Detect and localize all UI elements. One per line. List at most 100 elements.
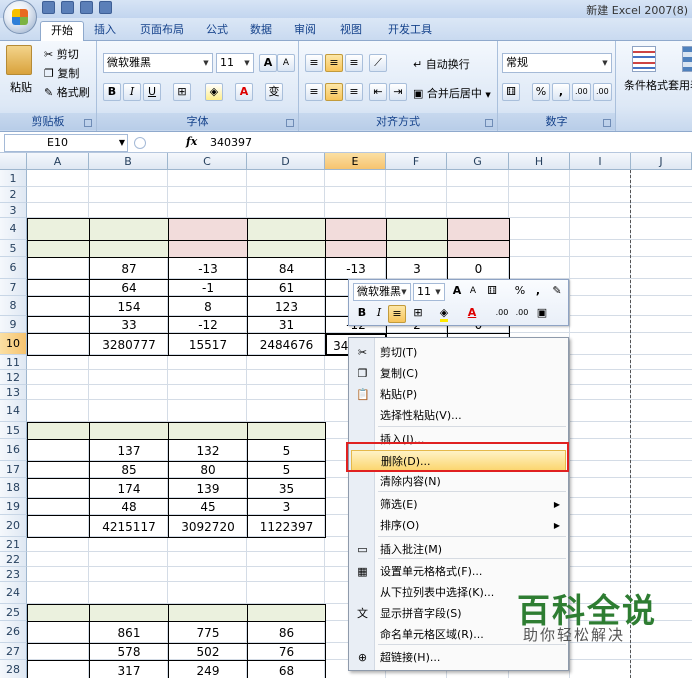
table-cell[interactable] (27, 333, 90, 356)
table-cell[interactable] (27, 316, 90, 334)
print-preview-icon[interactable] (99, 1, 112, 14)
font-size-combo[interactable]: 11 ▼ (216, 53, 254, 73)
table-cell[interactable]: -1 (168, 279, 248, 297)
table-cell[interactable] (27, 643, 90, 661)
table-header-cell[interactable] (168, 422, 248, 440)
column-header-c[interactable]: C (168, 153, 247, 170)
table-format-button[interactable]: 套用表格格式 (668, 77, 692, 93)
menu-item-7[interactable]: 筛选(E) ▶ (351, 494, 566, 515)
number-format-combo[interactable]: 常规 ▼ (502, 53, 612, 73)
paste-button[interactable]: 粘贴 (10, 79, 32, 95)
mini-decrease-decimal-button[interactable]: .00 (513, 305, 531, 323)
table-cell[interactable]: 2484676 (247, 333, 326, 356)
row-header-22[interactable]: 22 (0, 552, 27, 567)
tab-formulas[interactable]: 公式 (200, 21, 234, 41)
table-cell[interactable] (27, 478, 90, 499)
office-button[interactable] (3, 0, 37, 34)
table-cell[interactable] (27, 660, 90, 678)
format-painter-button[interactable]: ✎ 格式刷 (44, 84, 90, 100)
row-header-23[interactable]: 23 (0, 567, 27, 582)
table-cell[interactable]: 61 (247, 279, 326, 297)
row-header-9[interactable]: 9 (0, 316, 27, 333)
mini-border-button[interactable]: ⊞ (409, 305, 427, 323)
table-cell[interactable]: -13 (325, 257, 387, 280)
orientation-button[interactable]: ⟋ (369, 54, 387, 72)
table-cell[interactable]: 139 (168, 478, 248, 499)
row-header-6[interactable]: 6 (0, 257, 27, 279)
row-header-13[interactable]: 13 (0, 385, 27, 400)
table-cell[interactable]: 0 (447, 257, 510, 280)
menu-item-2[interactable]: 📋 粘贴(P) (351, 384, 566, 405)
italic-button[interactable]: I (123, 83, 141, 101)
mini-bold-button[interactable]: B (353, 305, 371, 323)
mini-comma-button[interactable]: , (529, 283, 547, 301)
table-cell[interactable] (27, 515, 90, 538)
tab-page-layout[interactable]: 页面布局 (132, 21, 192, 41)
table-cell[interactable]: 86 (247, 621, 326, 644)
accounting-format-button[interactable]: ⚅ (502, 83, 520, 101)
table-header-cell[interactable] (27, 240, 90, 258)
mini-fill-color-button[interactable]: ◈ (435, 305, 453, 323)
row-header-26[interactable]: 26 (0, 621, 27, 643)
formula-cancel-icon[interactable] (134, 137, 146, 149)
table-cell[interactable]: 502 (168, 643, 248, 661)
mini-italic-button[interactable]: I (370, 305, 388, 323)
mini-font-color-button[interactable]: A (463, 305, 481, 323)
menu-item-3[interactable]: 选择性粘贴(V)... (351, 405, 566, 426)
tab-review[interactable]: 审阅 (288, 21, 322, 41)
table-cell[interactable]: 3092720 (168, 515, 248, 538)
mini-center-button[interactable]: ≡ (388, 305, 406, 323)
table-cell[interactable]: 80 (168, 461, 248, 479)
table-header-cell[interactable] (386, 218, 448, 241)
table-cell[interactable] (27, 498, 90, 516)
table-cell[interactable]: 317 (89, 660, 169, 678)
table-cell[interactable]: 154 (89, 296, 169, 317)
table-cell[interactable]: 64 (89, 279, 169, 297)
table-cell[interactable]: 137 (89, 439, 169, 462)
table-header-cell[interactable] (247, 422, 326, 440)
table-header-cell[interactable] (447, 218, 510, 241)
copy-button[interactable]: ❐ 复制 (44, 65, 79, 81)
table-cell[interactable]: -12 (168, 316, 248, 334)
select-all-corner[interactable] (0, 153, 27, 170)
redo-icon[interactable] (80, 1, 93, 14)
mini-merge-button[interactable]: ▣ (533, 305, 551, 323)
table-cell[interactable]: 31 (247, 316, 326, 334)
tab-insert[interactable]: 插入 (88, 21, 122, 41)
table-cell[interactable]: 5 (247, 439, 326, 462)
row-header-1[interactable]: 1 (0, 170, 27, 187)
mini-format-painter-button[interactable]: ✎ (548, 283, 566, 301)
table-header-cell[interactable] (168, 240, 248, 258)
table-header-cell[interactable] (27, 604, 90, 622)
table-cell[interactable]: 4215117 (89, 515, 169, 538)
mini-percent-button[interactable]: % (511, 283, 529, 301)
table-header-cell[interactable] (247, 604, 326, 622)
clipboard-launcher-icon[interactable] (84, 119, 92, 127)
table-cell[interactable]: 76 (247, 643, 326, 661)
row-header-19[interactable]: 19 (0, 498, 27, 515)
row-header-18[interactable]: 18 (0, 478, 27, 498)
conditional-format-button[interactable]: 条件格式 (624, 77, 668, 93)
mini-shrink-font-button[interactable]: A (464, 283, 482, 301)
row-header-11[interactable]: 11 (0, 355, 27, 370)
table-header-cell[interactable] (168, 604, 248, 622)
mini-accounting-button[interactable]: ⚅ (483, 283, 501, 301)
row-header-27[interactable]: 27 (0, 643, 27, 660)
menu-item-0[interactable]: ✂ 剪切(T) (351, 342, 566, 363)
table-cell[interactable]: 132 (168, 439, 248, 462)
font-launcher-icon[interactable] (286, 119, 294, 127)
table-header-cell[interactable] (89, 422, 169, 440)
column-header-i[interactable]: I (570, 153, 631, 170)
table-cell[interactable] (27, 621, 90, 644)
align-right-button[interactable]: ≡ (345, 83, 363, 101)
menu-item-9[interactable]: ▭ 插入批注(M) (351, 539, 566, 560)
decrease-indent-button[interactable]: ⇤ (369, 83, 387, 101)
column-header-d[interactable]: D (247, 153, 325, 170)
mini-increase-decimal-button[interactable]: .00 (493, 305, 511, 323)
row-header-14[interactable]: 14 (0, 400, 27, 422)
table-header-cell[interactable] (89, 604, 169, 622)
row-header-16[interactable]: 16 (0, 439, 27, 461)
menu-item-6[interactable]: 清除内容(N) (351, 471, 566, 492)
grow-font-button[interactable]: A (259, 54, 277, 72)
table-cell[interactable]: 249 (168, 660, 248, 678)
